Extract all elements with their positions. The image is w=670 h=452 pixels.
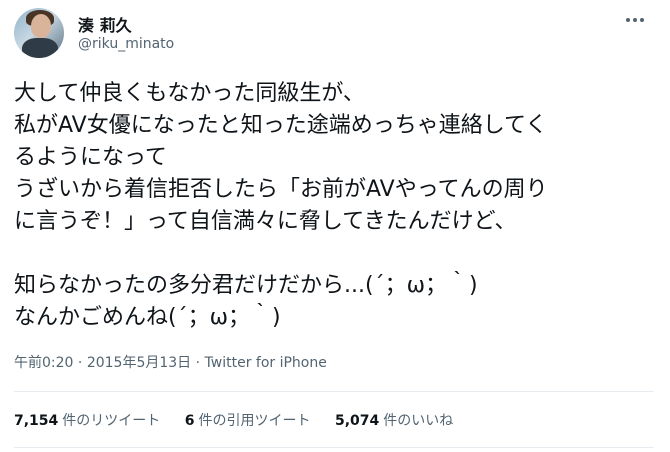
tweet-meta: 午前0:20 · 2015年5月13日 · Twitter for iPhone <box>14 352 327 372</box>
retweets-count: 7,154 <box>14 413 59 429</box>
tweet-line: なんかごめんね(´；ω；｀) <box>14 305 281 330</box>
tweet-line: るようになって <box>14 145 167 170</box>
avatar-body <box>22 38 58 58</box>
tweet-line: 私がAV女優になったと知った途端めっちゃ連絡してく <box>14 113 548 138</box>
retweets-label: 件のリツイート <box>62 413 161 429</box>
divider <box>14 447 654 448</box>
more-dot <box>633 18 637 22</box>
meta-separator: · <box>73 355 87 371</box>
author-name[interactable]: 湊 莉久 <box>78 12 132 36</box>
tweet-line: に言うぞ！」って自信満々に脅してきたんだけど、 <box>14 209 517 234</box>
likes-count: 5,074 <box>334 413 380 429</box>
tweet-time[interactable]: 午前0:20 <box>14 355 73 371</box>
meta-separator: · <box>191 355 205 371</box>
tweet-source[interactable]: Twitter for iPhone <box>205 355 327 371</box>
likes-label: 件のいいね <box>383 413 454 429</box>
quotes-stat[interactable]: 6 件の引用ツイート <box>185 410 311 430</box>
more-dot <box>640 18 644 22</box>
likes-stat[interactable]: 5,074 件のいいね <box>335 410 453 430</box>
tweet-stats: 7,154 件のリツイート 6 件の引用ツイート 5,074 件のいいね <box>14 410 473 430</box>
more-options-icon[interactable] <box>621 10 649 30</box>
tweet-text: 大して仲良くもなかった同級生が、 私がAV女優になったと知った途端めっちゃ連絡し… <box>14 78 659 334</box>
quotes-count: 6 <box>184 413 195 429</box>
tweet-date[interactable]: 2015年5月13日 <box>87 355 191 371</box>
author-handle[interactable]: @riku_minato <box>78 36 174 52</box>
tweet-line: うざいから着信拒否したら「お前がAVやってんの周り <box>14 177 548 202</box>
quotes-label: 件の引用ツイート <box>198 413 311 429</box>
avatar[interactable] <box>14 8 64 58</box>
tweet-line: 大して仲良くもなかった同級生が、 <box>14 81 365 106</box>
retweets-stat[interactable]: 7,154 件のリツイート <box>14 410 160 430</box>
tweet-line: 知らなかったの多分君だけだから...(´；ω；｀) <box>14 273 478 298</box>
avatar-face <box>31 14 51 38</box>
tweet-card: 湊 莉久 @riku_minato 大して仲良くもなかった同級生が、 私がAV女… <box>0 0 670 452</box>
more-dot <box>626 18 630 22</box>
divider <box>14 391 654 392</box>
